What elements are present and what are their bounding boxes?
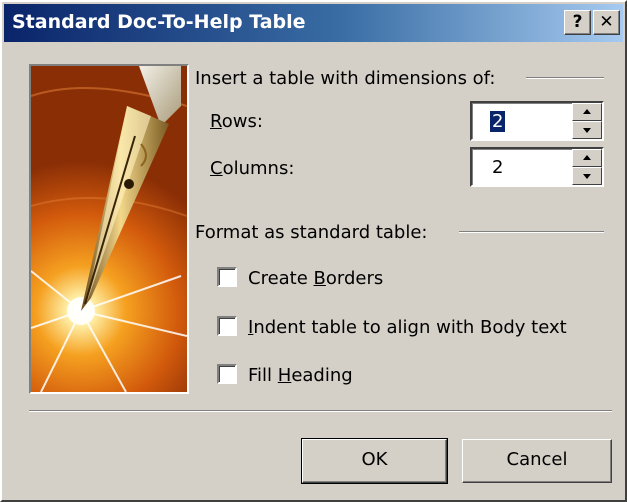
indent-table-checkbox[interactable] — [217, 316, 237, 336]
bottom-separator — [29, 410, 612, 412]
arrow-down-icon — [583, 174, 591, 179]
rows-decrement-button[interactable] — [572, 121, 602, 139]
fountain-pen-nib-icon — [29, 64, 189, 394]
dimensions-group-label: Insert a table with dimensions of: — [195, 68, 496, 89]
rows-label: Rows: — [210, 111, 263, 132]
arrow-up-icon — [583, 109, 591, 114]
close-button[interactable]: ✕ — [593, 10, 620, 35]
indent-table-label[interactable]: Indent table to align with Body text — [248, 317, 567, 338]
rows-increment-button[interactable] — [572, 103, 602, 121]
columns-label: Columns: — [210, 158, 295, 179]
ok-button[interactable]: OK — [301, 438, 448, 484]
create-borders-label[interactable]: Create Borders — [248, 268, 383, 289]
window-title: Standard Doc-To-Help Table — [12, 11, 306, 33]
columns-increment-button[interactable] — [572, 149, 602, 167]
doc-to-help-table-dialog: Standard Doc-To-Help Table ? ✕ Insert a … — [0, 0, 627, 502]
cancel-button[interactable]: Cancel — [462, 439, 612, 483]
columns-decrement-button[interactable] — [572, 167, 602, 185]
format-group-label: Format as standard table: — [195, 222, 428, 243]
arrow-up-icon — [583, 155, 591, 160]
rows-input[interactable]: 2 — [490, 111, 506, 132]
create-borders-checkbox[interactable] — [217, 267, 237, 287]
columns-input[interactable]: 2 — [490, 157, 505, 178]
format-divider — [459, 231, 604, 233]
dimensions-divider — [526, 77, 604, 79]
help-button[interactable]: ? — [564, 10, 591, 35]
fill-heading-checkbox[interactable] — [217, 364, 237, 384]
fill-heading-label[interactable]: Fill Heading — [248, 365, 353, 386]
rows-spinbox[interactable]: 2 — [470, 101, 604, 141]
title-bar[interactable]: Standard Doc-To-Help Table ? ✕ — [4, 4, 623, 42]
columns-spinbox[interactable]: 2 — [470, 147, 604, 187]
arrow-down-icon — [583, 128, 591, 133]
